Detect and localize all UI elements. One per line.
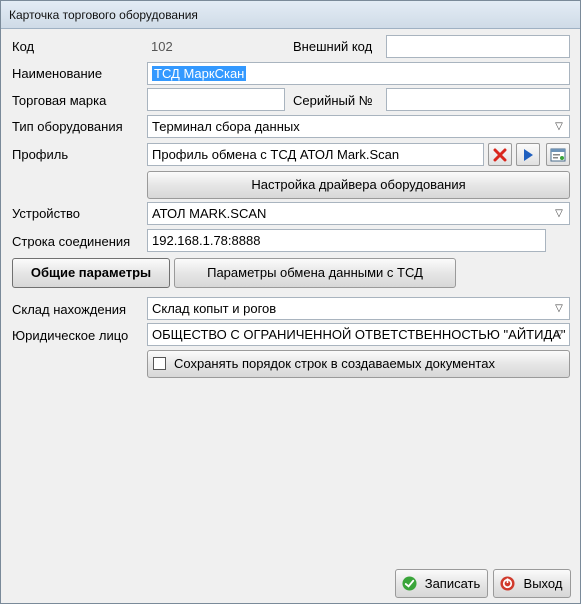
exchange-params-tab[interactable]: Параметры обмена данными с ТСД — [174, 258, 456, 288]
brand-label: Торговая марка — [12, 93, 107, 108]
clear-profile-button[interactable] — [488, 143, 512, 166]
general-params-tab[interactable]: Общие параметры — [12, 258, 170, 288]
profile-input[interactable]: Профиль обмена с ТСД АТОЛ Mark.Scan — [147, 143, 484, 166]
warehouse-select[interactable]: Склад копыт и рогов ▽ — [147, 297, 570, 320]
serial-input[interactable] — [386, 88, 570, 111]
device-label: Устройство — [12, 206, 81, 221]
blue-play-icon — [524, 148, 533, 161]
name-value: ТСД МаркСкан — [152, 66, 247, 81]
green-check-icon — [402, 576, 417, 591]
red-stop-icon — [500, 576, 515, 591]
exit-label: Выход — [523, 576, 563, 591]
edit-profile-button[interactable] — [546, 143, 570, 166]
external-code-label: Внешний код — [293, 39, 373, 54]
checkbox-box[interactable] — [153, 357, 166, 370]
external-code-input[interactable] — [386, 35, 570, 58]
warehouse-value: Склад копыт и рогов — [152, 301, 277, 316]
profile-label: Профиль — [12, 147, 69, 162]
name-label: Наименование — [12, 66, 103, 81]
equipment-card-window: Карточка торгового оборудования Код 102 … — [0, 0, 581, 604]
chevron-down-icon[interactable]: ▽ — [552, 119, 566, 134]
device-select[interactable]: АТОЛ MARK.SCAN ▽ — [147, 202, 570, 225]
connection-label: Строка соединения — [12, 234, 131, 249]
save-button[interactable]: Записать — [395, 569, 488, 598]
title-bar[interactable]: Карточка торгового оборудования — [1, 1, 580, 29]
legal-entity-value: ОБЩЕСТВО С ОГРАНИЧЕННОЙ ОТВЕТСТВЕННОСТЬЮ… — [152, 327, 566, 342]
save-label: Записать — [424, 576, 481, 591]
connection-input[interactable]: 192.168.1.78:8888 — [147, 229, 546, 252]
equipment-type-label: Тип оборудования — [12, 119, 123, 134]
warehouse-label: Склад нахождения — [12, 302, 127, 317]
driver-setup-button[interactable]: Настройка драйвера оборудования — [147, 171, 570, 199]
equipment-type-select[interactable]: Терминал сбора данных ▽ — [147, 115, 570, 138]
connection-value: 192.168.1.78:8888 — [152, 233, 261, 248]
chevron-down-icon[interactable]: ▽ — [552, 206, 566, 221]
device-value: АТОЛ MARK.SCAN — [152, 206, 267, 221]
legal-entity-label: Юридическое лицо — [12, 328, 129, 343]
code-label: Код — [12, 39, 35, 54]
legal-entity-select[interactable]: ОБЩЕСТВО С ОГРАНИЧЕННОЙ ОТВЕТСТВЕННОСТЬЮ… — [147, 323, 570, 346]
chevron-down-icon[interactable]: ▽ — [552, 327, 566, 342]
chevron-down-icon[interactable]: ▽ — [552, 301, 566, 316]
brand-input[interactable] — [147, 88, 285, 111]
window-title: Карточка торгового оборудования — [9, 8, 198, 22]
profile-value: Профиль обмена с ТСД АТОЛ Mark.Scan — [152, 147, 400, 162]
keep-order-checkbox[interactable]: Сохранять порядок строк в создаваемых до… — [147, 350, 570, 378]
code-value: 102 — [151, 39, 173, 54]
serial-label: Серийный № — [293, 93, 373, 108]
red-x-icon — [493, 148, 507, 161]
equipment-type-value: Терминал сбора данных — [152, 119, 300, 134]
open-profile-button[interactable] — [516, 143, 540, 166]
form-icon — [550, 148, 566, 161]
exit-button[interactable]: Выход — [493, 569, 571, 598]
keep-order-label: Сохранять порядок строк в создаваемых до… — [174, 356, 495, 371]
name-input[interactable]: ТСД МаркСкан — [147, 62, 570, 85]
